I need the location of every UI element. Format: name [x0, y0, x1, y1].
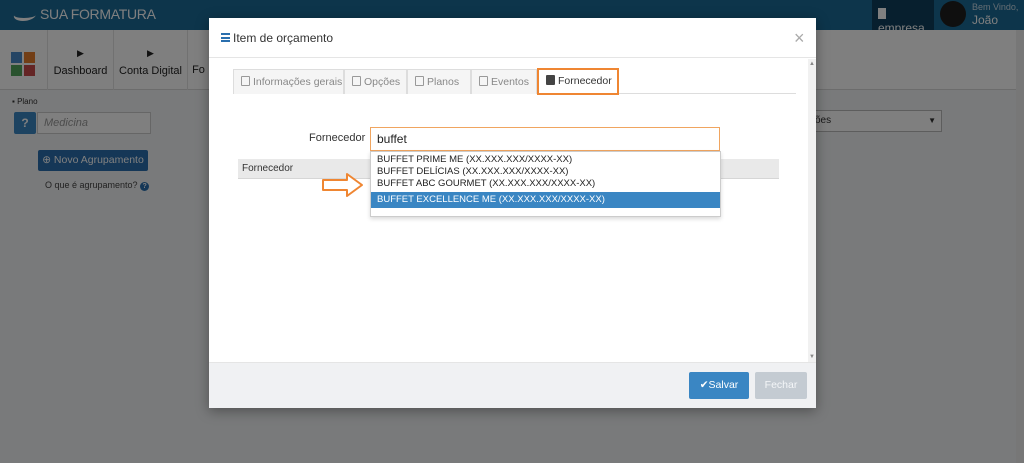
supplier-autocomplete: BUFFET PRIME ME (XX.XXX.XXX/XXXX-XX) BUF… — [370, 151, 721, 217]
budget-item-modal: Item de orçamento × Informações gerais O… — [209, 18, 816, 408]
supplier-search-input[interactable] — [370, 127, 720, 151]
document-icon — [241, 76, 250, 86]
tab-planos[interactable]: Planos — [407, 69, 471, 94]
modal-title: Item de orçamento — [221, 31, 333, 45]
autocomplete-option-selected[interactable]: BUFFET EXCELLENCE ME (XX.XXX.XXX/XXXX-XX… — [371, 192, 720, 208]
modal-footer: ✔Salvar Fechar — [209, 362, 816, 408]
modal-header: Item de orçamento × — [209, 18, 816, 58]
autocomplete-option[interactable]: BUFFET ABC GOURMET (XX.XXX.XXX/XXXX-XX) — [371, 178, 720, 190]
tab-bar: Informações gerais Opções Planos Eventos… — [233, 68, 796, 95]
tab-opcoes[interactable]: Opções — [344, 69, 407, 94]
scroll-up-icon[interactable]: ▲ — [809, 61, 815, 67]
tab-fornecedor[interactable]: Fornecedor — [537, 68, 619, 95]
autocomplete-option[interactable]: BUFFET DELÍCIAS (XX.XXX.XXX/XXXX-XX) — [371, 166, 720, 178]
pointer-arrow-icon — [322, 173, 363, 197]
supplier-label: Fornecedor — [309, 132, 366, 144]
scroll-down-icon[interactable]: ▼ — [809, 354, 815, 360]
calendar-icon — [479, 76, 488, 86]
modal-body: Informações gerais Opções Planos Eventos… — [209, 59, 809, 362]
autocomplete-option[interactable]: BUFFET PRIME ME (XX.XXX.XXX/XXXX-XX) — [371, 154, 720, 166]
list-icon — [221, 33, 230, 42]
modal-scrollbar[interactable]: ▲ ▼ — [808, 59, 816, 362]
table-icon — [415, 76, 424, 86]
tab-informacoes-gerais[interactable]: Informações gerais — [233, 69, 344, 94]
save-button[interactable]: ✔Salvar — [689, 372, 749, 399]
close-icon[interactable]: × — [794, 29, 805, 47]
close-button[interactable]: Fechar — [755, 372, 807, 399]
tab-eventos[interactable]: Eventos — [471, 69, 537, 94]
list-icon — [352, 76, 361, 86]
building-icon — [546, 75, 555, 85]
